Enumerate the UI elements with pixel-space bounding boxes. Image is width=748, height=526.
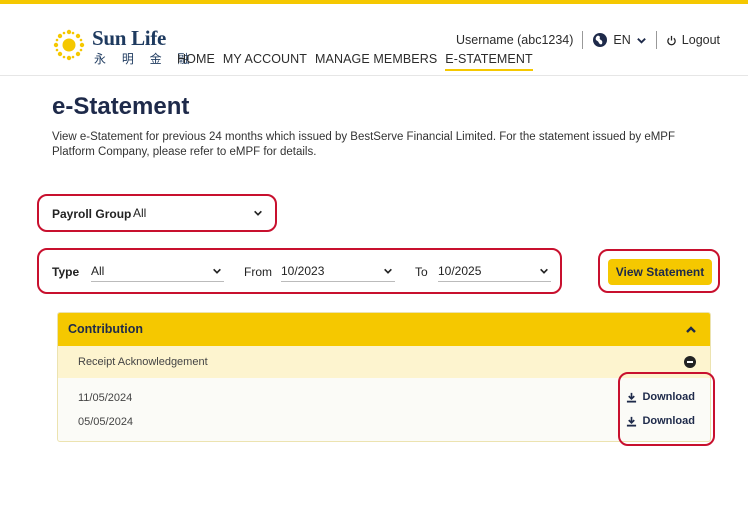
nav-manage-members[interactable]: MANAGE MEMBERS	[315, 52, 437, 71]
receipt-acknowledgement-title: Receipt Acknowledgement	[78, 356, 208, 368]
page-description: View e-Statement for previous 24 months …	[52, 131, 675, 158]
view-statement-button[interactable]: View Statement	[608, 259, 712, 285]
language-selector[interactable]: EN	[592, 32, 646, 48]
from-value: 10/2023	[281, 264, 325, 278]
header: Sun Life 永 明 金 融 HOME MY ACCOUNT MANAGE …	[0, 4, 748, 76]
sun-logo-icon	[53, 29, 85, 61]
chevron-down-icon	[254, 210, 262, 216]
chevron-down-icon	[213, 268, 221, 274]
from-select[interactable]: 10/2023	[281, 262, 395, 282]
chevron-down-icon	[636, 37, 646, 44]
contribution-section-title: Contribution	[68, 322, 143, 336]
logout-label: Logout	[681, 33, 721, 47]
sun-life-logo[interactable]: Sun Life 永 明 金 融	[52, 26, 189, 66]
logout-link[interactable]: Logout	[666, 33, 720, 47]
payroll-group-label: Payroll Group	[52, 207, 132, 221]
divider	[655, 31, 657, 49]
payroll-group-select[interactable]: All	[133, 204, 265, 224]
receipt-acknowledgement-header[interactable]: Receipt Acknowledgement	[58, 346, 710, 378]
user-bar: Username (abc1234) EN Logout	[456, 31, 720, 49]
page-title: e-Statement	[52, 93, 190, 120]
nav-home[interactable]: HOME	[177, 52, 215, 71]
results-panel: Contribution Receipt Acknowledgement 11/…	[57, 312, 711, 442]
nav-my-account[interactable]: MY ACCOUNT	[223, 52, 307, 71]
to-value: 10/2025	[438, 264, 482, 278]
type-select[interactable]: All	[91, 262, 224, 282]
username-label[interactable]: Username (abc1234)	[456, 33, 573, 47]
chevron-down-icon	[540, 268, 548, 274]
chevron-up-icon[interactable]	[685, 324, 697, 336]
from-label: From	[244, 265, 272, 279]
main-nav: HOME MY ACCOUNT MANAGE MEMBERS E-STATEME…	[177, 52, 533, 71]
type-value: All	[91, 264, 105, 278]
statement-date: 05/05/2024	[78, 416, 134, 428]
type-label: Type	[52, 265, 80, 279]
contribution-section-header[interactable]: Contribution	[58, 313, 710, 346]
divider	[582, 31, 584, 49]
globe-icon	[593, 33, 608, 47]
brand-name: Sun Life	[92, 26, 167, 50]
language-label: EN	[613, 33, 631, 47]
minus-circle-icon[interactable]	[684, 356, 696, 368]
chevron-down-icon	[384, 268, 392, 274]
to-label: To	[415, 265, 428, 279]
to-select[interactable]: 10/2025	[438, 262, 551, 282]
statement-row: 05/05/2024 Download	[58, 409, 710, 437]
statement-date: 11/05/2024	[78, 392, 133, 404]
download-highlight	[618, 372, 715, 446]
payroll-group-value: All	[133, 206, 147, 220]
nav-e-statement[interactable]: E-STATEMENT	[445, 52, 533, 71]
power-icon	[667, 35, 676, 45]
